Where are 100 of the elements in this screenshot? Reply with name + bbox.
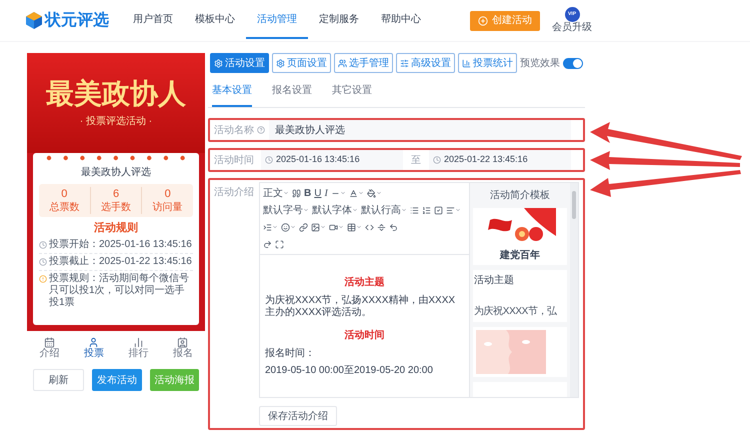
image-icon [311,222,320,232]
template-title: 活动主题 [474,274,515,288]
subtab[interactable]: 报名设置 [272,83,312,107]
toolbar-label: 默认行高 [361,204,401,218]
scrollbar[interactable] [570,183,578,397]
range-separator: 至 [410,154,422,168]
person-icon [88,337,100,348]
code-icon [365,222,374,232]
toolbar-button[interactable]: U [313,186,322,200]
preview-action-button[interactable]: 刷新 [33,369,84,391]
banner-subtitle: · 投票评选活动 · [80,114,152,128]
template-card[interactable]: 活动主题 为庆祝XXXX节，弘 [473,270,567,322]
sliders-icon [400,58,409,68]
fill-color-icon [366,188,376,198]
settings-tab[interactable]: 高级设置 [396,53,455,73]
field-label: 活动名称 [214,124,255,138]
caret-icon [401,207,407,213]
clock-icon [265,156,273,164]
nav-link[interactable]: 定制服务 [308,2,370,39]
preview-toggle-label: 预览效果 [520,56,560,70]
clock-icon [433,156,441,164]
stat-value: 0 [61,187,68,201]
badge-icon [177,337,188,348]
content-paragraph: 2019-05-10 00:00至2019-05-20 20:00 [265,365,434,377]
caret-icon [352,207,358,213]
toolbar-label: 默认字号 [263,204,303,218]
video-icon [329,222,338,232]
name-input[interactable]: 最美政协人评选 [269,120,571,140]
clock-icon [39,240,47,248]
settings-tab[interactable]: 投票统计 [458,53,517,73]
end-date-field[interactable]: 2025-01-22 13:45:16 [429,150,571,170]
preview-tab[interactable]: 介绍 [27,337,72,359]
toolbar-button[interactable]: 正文 [262,186,290,200]
preview-toggle[interactable] [563,58,583,68]
caret-icon [303,207,309,213]
help-icon [257,126,265,134]
rule-text: 投票截止：2025-01-22 13:45:16 [49,256,192,268]
toolbar-button[interactable]: I [323,186,329,200]
stat-value: 6 [112,187,120,201]
nav-link[interactable]: 用户首页 [122,2,184,39]
bullet-list-icon [410,206,419,214]
caret-icon [455,207,461,213]
nav-link[interactable]: 帮助中心 [370,2,432,39]
field-label: 活动介绍 [214,186,255,200]
caret-icon [356,224,362,230]
settings-tab[interactable]: 页面设置 [272,53,331,73]
nav-link[interactable]: 活动管理 [246,2,308,39]
template-snippet: 为庆祝XXXX节，弘 [474,304,558,319]
subtab[interactable]: 基本设置 [212,83,252,107]
toolbar-label: 默认字体 [312,204,352,218]
toolbar-label: 正文 [263,186,283,200]
content-heading: 活动时间 [344,328,386,343]
nav-link[interactable]: 模板中心 [184,2,246,39]
template-card[interactable]: 建党百年 [473,208,567,265]
rule-text: 投票规则：活动期间每个微信号只可以投1次，可以对同一选手投1票 [49,272,190,308]
bar-chart-icon [462,58,471,68]
upgrade-label[interactable]: 会员升级 [552,22,592,34]
toolbar-button[interactable]: 默认行高 [360,203,408,217]
content-heading: 活动主题 [344,275,386,290]
caret-icon [283,190,289,196]
caret-icon [340,190,346,196]
redo-icon [263,240,272,248]
indent-icon [263,222,272,232]
editor-content[interactable]: 活动主题 为庆祝XXXX节，弘扬XXXX精神，由XXXX主办的XXXX评选活动。 活动时间 报名时间： 2019-05-10 00:00至2019-05-20 20:00 [260,255,469,397]
caret-icon [320,224,326,230]
caret-icon [376,190,382,196]
save-intro-button[interactable]: 保存活动介绍 [259,406,337,426]
table-icon [347,222,356,232]
stat-value: 0 [164,187,171,201]
toolbar-button[interactable]: 默认字号 [262,203,310,217]
caret-icon [338,224,344,230]
pattern-illustration [476,330,546,374]
info-icon [39,274,47,282]
toolbar-button[interactable]: 默认字体 [311,203,359,217]
content-paragraph: 为庆祝XXXX节，弘扬XXXX精神，由XXXX主办的XXXX评选活动。 [265,295,456,319]
rule-text: 投票开始：2025-01-16 13:45:16 [49,238,192,250]
preview-tab[interactable]: 投票 [72,337,116,359]
logo-text: 状元评选 [45,10,109,30]
stat-label: 访问量 [152,201,183,214]
toolbar-button[interactable]: B [303,186,312,200]
plus-icon [478,16,488,26]
divider-icon [377,222,386,232]
date-value: 2025-01-22 13:45:16 [444,153,528,166]
preview-tab[interactable]: 报名 [160,337,205,359]
template-caption: 建党百年 [500,248,540,263]
preview-tab[interactable]: 排行 [116,337,160,359]
numbered-list-icon [422,206,431,214]
emoji-icon [281,222,290,232]
start-date-field[interactable]: 2025-01-16 13:45:16 [261,150,403,170]
people-icon [338,58,347,68]
checklist-icon [434,206,443,214]
settings-tab[interactable]: 活动设置 [210,53,269,73]
subtab[interactable]: 其它设置 [332,83,372,107]
settings-tab[interactable]: 选手管理 [334,53,393,73]
cube-logo-icon [26,12,42,29]
gear-icon [214,58,223,68]
fullscreen-icon [275,240,284,248]
caret-icon [358,190,364,196]
stat-label: 总票数 [49,201,80,214]
clock-icon [39,258,47,266]
